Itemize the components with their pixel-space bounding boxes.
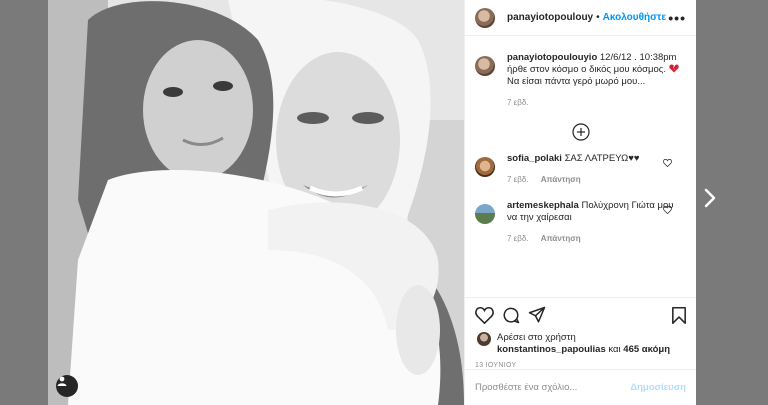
comments-section: panayiotopoulouyio 12/6/12 . 10:38pm ήρθ… [465,36,696,297]
caption-avatar[interactable] [475,56,495,76]
post-header: panayiotopoulouy • Ακολουθήστε ••• [465,0,696,36]
bookmark-icon[interactable] [672,307,686,324]
share-icon[interactable] [528,306,546,324]
chevron-right-icon[interactable] [704,188,716,208]
reply-button[interactable]: Απάντηση [541,234,581,243]
add-comment-bar: Δημοσίευση [465,369,696,405]
comment-like-icon[interactable] [663,206,672,214]
more-options-icon[interactable]: ••• [668,10,686,26]
likes-count[interactable]: 465 ακόμη [623,344,670,355]
likes-prefix: Αρέσει στο χρήστη [497,332,576,343]
reply-button[interactable]: Απάντηση [541,175,581,184]
liker-avatar[interactable] [477,332,491,346]
post-modal: panayiotopoulouy • Ακολουθήστε ••• panay… [48,0,696,405]
likes-and: και [608,344,621,355]
comment-item: sofia_polaki ΣΑΣ ΛΑΤΡΕΥΩ♥♥ 7 εβδ. Απάντη… [475,153,686,186]
likes-summary: Αρέσει στο χρήστη konstantinos_papoulias… [475,332,686,356]
comment-username[interactable]: sofia_polaki [507,153,562,164]
post-photo[interactable] [48,0,464,405]
caption-time[interactable]: 7 εβδ. [507,98,529,107]
comment-time[interactable]: 7 εβδ. [507,234,529,243]
caption-text-2: Να είσαι πάντα γερό μωρό μου... [507,76,646,87]
comment-avatar[interactable] [475,204,495,224]
action-icons [475,304,686,326]
comment-like-icon[interactable] [663,159,672,167]
caption-username[interactable]: panayiotopoulouyio [507,52,597,63]
comment-meta: 7 εβδ. Απάντηση [507,174,639,186]
comment-text: ΣΑΣ ΛΑΤΡΕΥΩ♥♥ [564,153,640,164]
follow-button[interactable]: Ακολουθήστε [603,12,667,23]
comment-time[interactable]: 7 εβδ. [507,175,529,184]
heart-icon[interactable] [475,306,494,324]
post-comment-button[interactable]: Δημοσίευση [630,382,686,393]
comment-meta: 7 εβδ. Απάντηση [507,233,686,245]
photo-image [48,0,464,405]
post-date[interactable]: 13 ΙΟΥΝΙΟΥ [475,362,686,369]
comment-avatar[interactable] [475,157,495,177]
broken-heart-icon [668,64,679,73]
caption: panayiotopoulouyio 12/6/12 . 10:38pm ήρθ… [475,52,686,109]
comment-item: artemeskephala Πολύχρονη Γιώτα μου να τη… [475,200,686,245]
header-separator: • [596,12,600,23]
comment-username[interactable]: artemeskephala [507,200,579,211]
liker-username[interactable]: konstantinos_papoulias [497,344,606,355]
tagged-users-icon[interactable] [56,375,78,397]
post-side-panel: panayiotopoulouy • Ακολουθήστε ••• panay… [464,0,696,405]
comment-input[interactable] [475,382,631,393]
caption-meta: 7 εβδ. [507,97,686,109]
comment-icon[interactable] [502,306,520,324]
author-username[interactable]: panayiotopoulouy [507,12,593,23]
author-avatar[interactable] [475,7,495,28]
plus-circle-icon[interactable] [571,123,590,141]
